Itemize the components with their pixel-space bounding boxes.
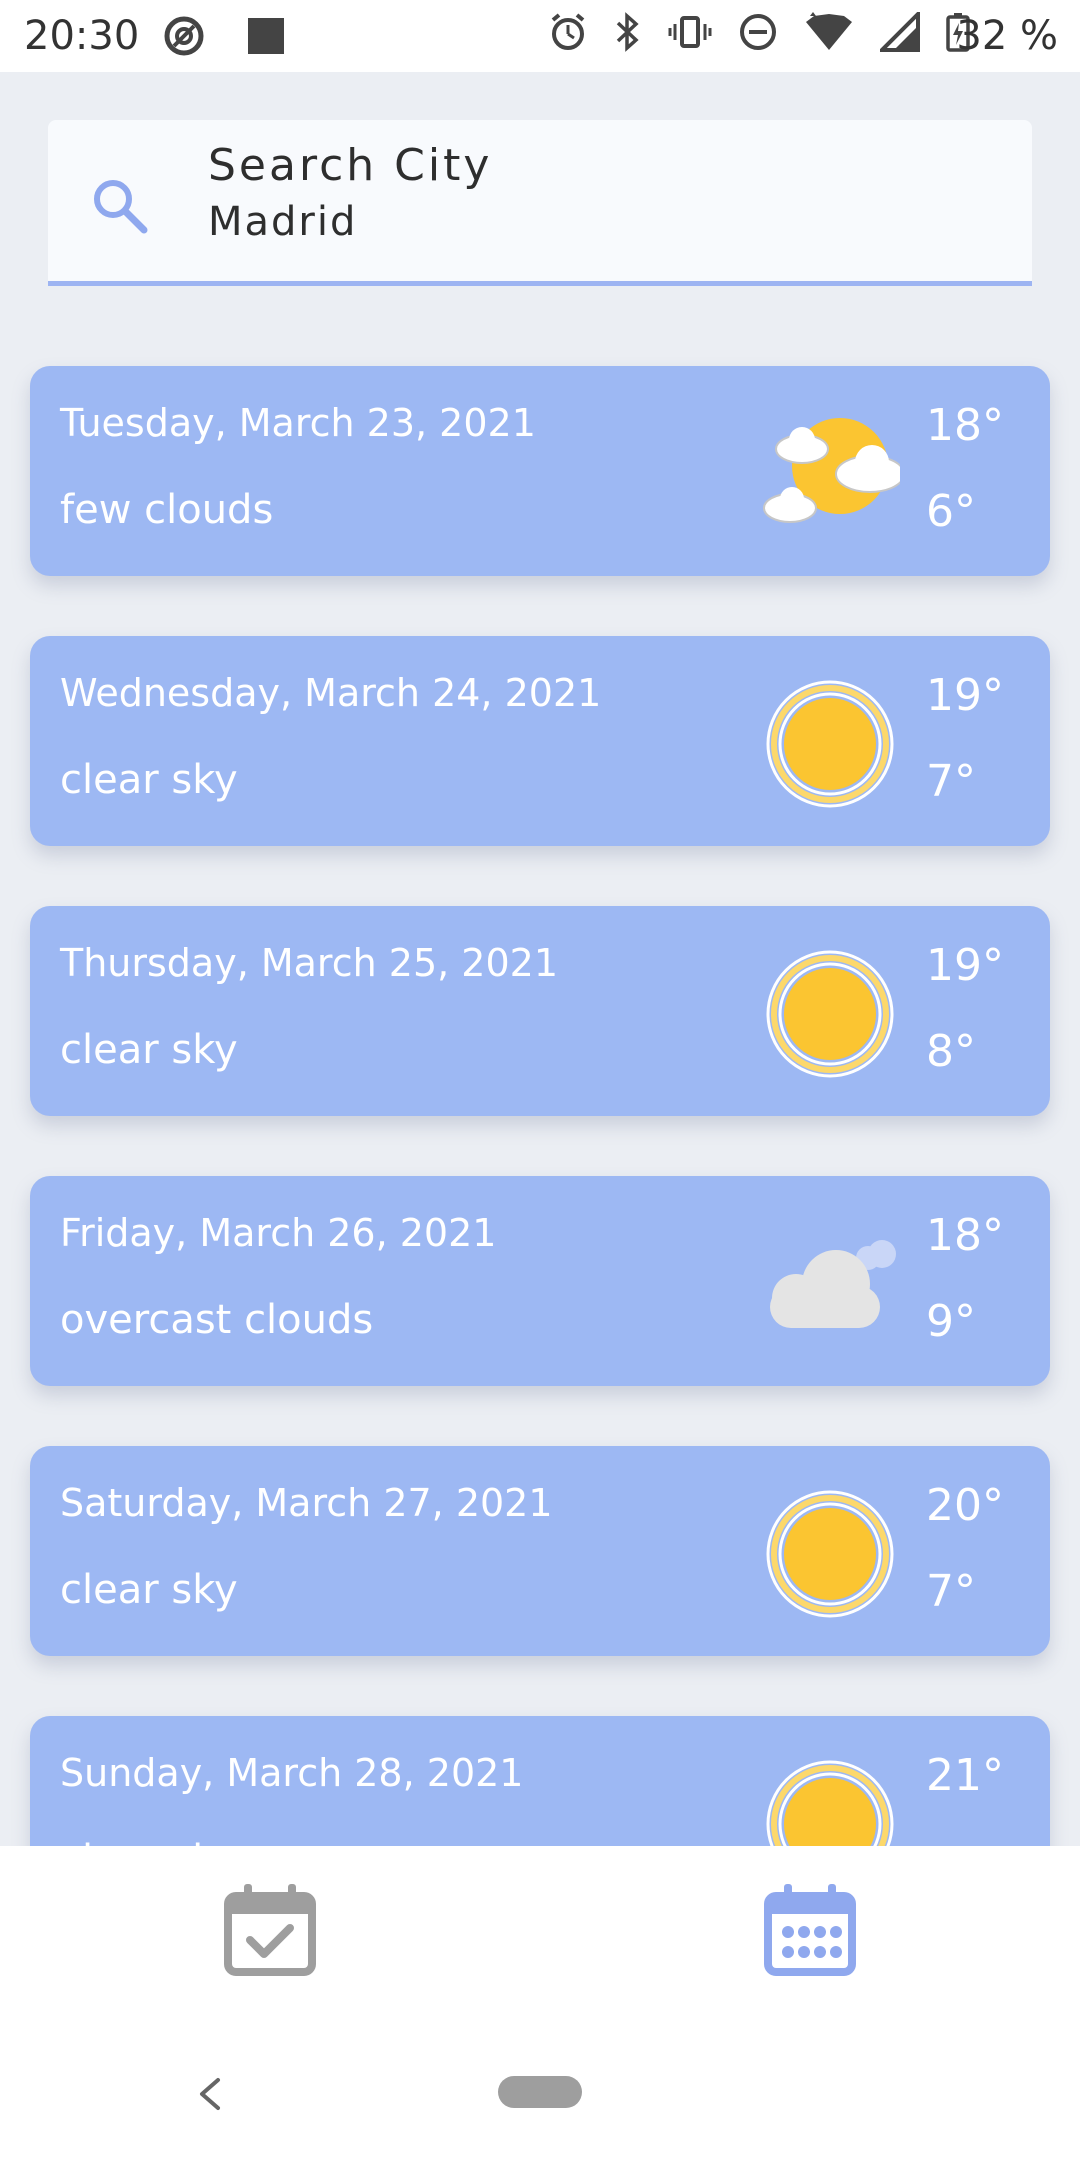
bottom-navigation — [0, 1846, 1080, 2160]
forecast-card[interactable]: Wednesday, March 24, 2021 clear sky 19° … — [30, 636, 1050, 846]
forecast-low: 8° — [926, 1026, 976, 1077]
forecast-description: few clouds — [60, 487, 274, 533]
forecast-description: clear sky — [60, 1567, 238, 1613]
forecast-card[interactable]: Thursday, March 25, 2021 clear sky 19° 8… — [30, 906, 1050, 1116]
back-button[interactable] — [190, 2074, 230, 2114]
search-label: Search City — [208, 140, 493, 191]
forecast-high: 20° — [926, 1480, 1004, 1531]
forecast-description: clear sky — [60, 1027, 238, 1073]
clear-sky-icon — [760, 944, 900, 1084]
search-input[interactable] — [208, 194, 908, 250]
forecast-description: clear sky — [60, 1834, 238, 1846]
search-icon[interactable] — [88, 174, 152, 238]
forecast-low: 9° — [926, 1296, 976, 1347]
forecast-description: clear sky — [60, 757, 238, 803]
forecast-low: 6° — [926, 486, 976, 537]
forecast-date: Wednesday, March 24, 2021 — [60, 671, 602, 715]
forecast-high: 18° — [926, 1210, 1004, 1261]
clear-sky-icon — [760, 1754, 900, 1846]
forecast-date: Friday, March 26, 2021 — [60, 1211, 497, 1255]
forecast-date: Saturday, March 27, 2021 — [60, 1481, 553, 1525]
few-clouds-icon — [760, 404, 905, 544]
forecast-date: Tuesday, March 23, 2021 — [60, 401, 536, 445]
forecast-description: overcast clouds — [60, 1297, 374, 1343]
forecast-low: 7° — [926, 1566, 976, 1617]
forecast-card[interactable]: Friday, March 26, 2021 overcast clouds 1… — [30, 1176, 1050, 1386]
clear-sky-icon — [760, 1484, 900, 1624]
forecast-high: 18° — [926, 400, 1004, 451]
home-pill-button[interactable] — [498, 2076, 582, 2108]
clear-sky-icon — [760, 674, 900, 814]
calendar-check-icon[interactable] — [220, 1880, 320, 1980]
forecast-card[interactable]: Saturday, March 27, 2021 clear sky 20° 7… — [30, 1446, 1050, 1656]
forecast-card[interactable]: Sunday, March 28, 2021 clear sky 21° — [30, 1716, 1050, 1846]
forecast-high: 19° — [926, 940, 1004, 991]
forecast-list[interactable]: Search City Tuesday, March 23, 2021 few … — [0, 0, 1080, 1846]
overcast-clouds-icon — [760, 1214, 900, 1354]
forecast-high: 21° — [926, 1750, 1004, 1801]
forecast-date: Sunday, March 28, 2021 — [60, 1751, 524, 1795]
forecast-low: 7° — [926, 756, 976, 807]
forecast-card[interactable]: Tuesday, March 23, 2021 few clouds 18° 6… — [30, 366, 1050, 576]
calendar-grid-icon[interactable] — [760, 1880, 860, 1980]
forecast-high: 19° — [926, 670, 1004, 721]
forecast-date: Thursday, March 25, 2021 — [60, 941, 558, 985]
